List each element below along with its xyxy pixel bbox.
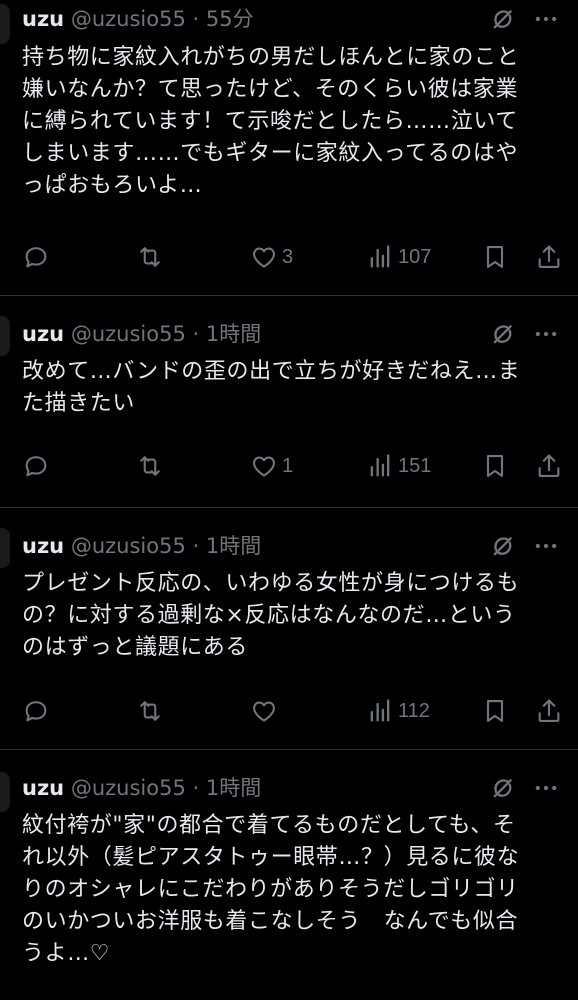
tweet[interactable]: uzu @uzusio55 · 1時間 プレゼント反応の、いわゆる女性が身につけ… [0,508,578,750]
action-bar: 112 [0,694,578,728]
bookmark-button[interactable] [481,694,509,728]
tweet-header: uzu @uzusio55 · 1時間 [22,532,261,560]
share-icon [535,243,563,271]
views-icon [366,452,394,480]
views-icon [366,697,394,725]
timestamp[interactable]: 55分 [206,7,254,31]
grok-icon[interactable] [489,320,517,348]
timestamp[interactable]: 1時間 [206,322,261,346]
retweet-icon [136,243,164,271]
bookmark-button[interactable] [481,449,509,483]
tweet[interactable]: uzu @uzusio55 · 1時間 改めて…バンドの歪の出で立ちが好きだねえ… [0,296,578,508]
like-count: 3 [282,245,294,268]
bookmark-icon [481,697,509,725]
reply-button[interactable] [22,694,50,728]
views-icon [366,243,394,271]
heart-icon [250,697,278,725]
tweet-header: uzu @uzusio55 · 55分 [22,5,254,33]
timestamp[interactable]: 1時間 [206,534,261,558]
user-handle[interactable]: @uzusio55 [71,534,186,558]
tweet-text: 持ち物に家紋入れがちの男だしほんとに家のこと 嫌いなんか？て思ったけど、そのくら… [22,45,520,198]
bookmark-icon [481,243,509,271]
separator-dot: · [192,534,200,558]
avatar[interactable] [0,528,10,568]
views-button[interactable]: 107 [366,240,431,274]
view-count: 112 [398,699,430,722]
retweet-button[interactable] [136,240,164,274]
display-name[interactable]: uzu [22,534,64,558]
grok-icon[interactable] [489,774,517,802]
tweet-header: uzu @uzusio55 · 1時間 [22,320,261,348]
reply-icon [22,697,50,725]
grok-icon[interactable] [489,5,517,33]
reply-icon [22,243,50,271]
more-icon[interactable] [532,320,560,348]
user-handle[interactable]: @uzusio55 [71,322,186,346]
separator-dot: · [192,322,200,346]
reply-icon [22,452,50,480]
display-name[interactable]: uzu [22,322,64,346]
tweet[interactable]: uzu @uzusio55 · 1時間 紋付袴が"家"の都合で着てるものだとして… [0,750,578,1000]
grok-icon[interactable] [489,532,517,560]
like-count: 1 [282,454,294,477]
more-icon[interactable] [532,5,560,33]
action-bar: 3 107 [0,240,578,274]
separator-dot: · [192,776,200,800]
bookmark-icon [481,452,509,480]
avatar[interactable] [0,772,10,812]
user-handle[interactable]: @uzusio55 [71,776,186,800]
separator-dot: · [192,7,200,31]
tweet-text: プレゼント反応の、いわゆる女性が身につけるも の？に対する過剰な×反応はなんなの… [22,571,520,660]
heart-icon [250,452,278,480]
tweet-text: 改めて…バンドの歪の出で立ちが好きだねえ…ま た描きたい [22,359,521,416]
views-button[interactable]: 151 [366,449,431,483]
views-button[interactable]: 112 [366,694,430,728]
share-button[interactable] [535,240,563,274]
bookmark-button[interactable] [481,240,509,274]
like-button[interactable]: 3 [250,240,293,274]
more-icon[interactable] [532,532,560,560]
tweet-text: 紋付袴が"家"の都合で着てるものだとしても、そ れ以外（髪ピアスタトゥー眼帯…？… [22,813,520,966]
user-handle[interactable]: @uzusio55 [71,7,186,31]
more-icon[interactable] [532,774,560,802]
share-icon [535,452,563,480]
display-name[interactable]: uzu [22,776,64,800]
retweet-button[interactable] [136,694,164,728]
tweet[interactable]: uzu @uzusio55 · 55分 持ち物に家紋入れがちの男だしほんとに家の… [0,0,578,296]
like-button[interactable] [250,694,282,728]
timestamp[interactable]: 1時間 [206,776,261,800]
reply-button[interactable] [22,240,50,274]
display-name[interactable]: uzu [22,7,64,31]
avatar[interactable] [0,316,10,356]
view-count: 107 [398,245,432,268]
heart-icon [250,243,278,271]
retweet-button[interactable] [136,449,164,483]
share-icon [535,697,563,725]
tweet-header: uzu @uzusio55 · 1時間 [22,774,261,802]
retweet-icon [136,697,164,725]
like-button[interactable]: 1 [250,449,293,483]
retweet-icon [136,452,164,480]
share-button[interactable] [535,694,563,728]
view-count: 151 [398,454,432,477]
share-button[interactable] [535,449,563,483]
reply-button[interactable] [22,449,50,483]
action-bar: 1 151 [0,449,578,483]
avatar[interactable] [0,4,10,44]
